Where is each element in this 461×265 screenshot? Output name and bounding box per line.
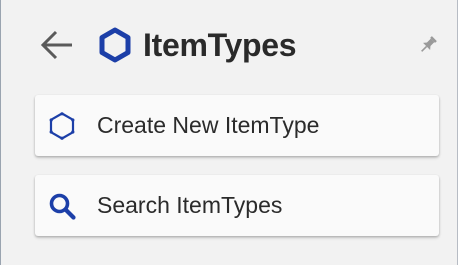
panel-title: ItemTypes [143,27,297,63]
back-arrow-icon[interactable] [38,25,78,65]
panel-header: ItemTypes [1,0,457,88]
search-itemtypes-button[interactable]: Search ItemTypes [35,175,439,236]
search-itemtypes-label: Search ItemTypes [97,192,283,218]
itemtypes-panel: ItemTypes Create New ItemType Search Ite… [0,0,458,265]
pin-icon[interactable] [416,33,440,57]
search-icon [49,193,76,220]
create-new-itemtype-button[interactable]: Create New ItemType [35,95,439,156]
hexagon-outline-icon [49,112,75,140]
hexagon-icon [99,27,131,63]
create-new-itemtype-label: Create New ItemType [97,112,320,138]
